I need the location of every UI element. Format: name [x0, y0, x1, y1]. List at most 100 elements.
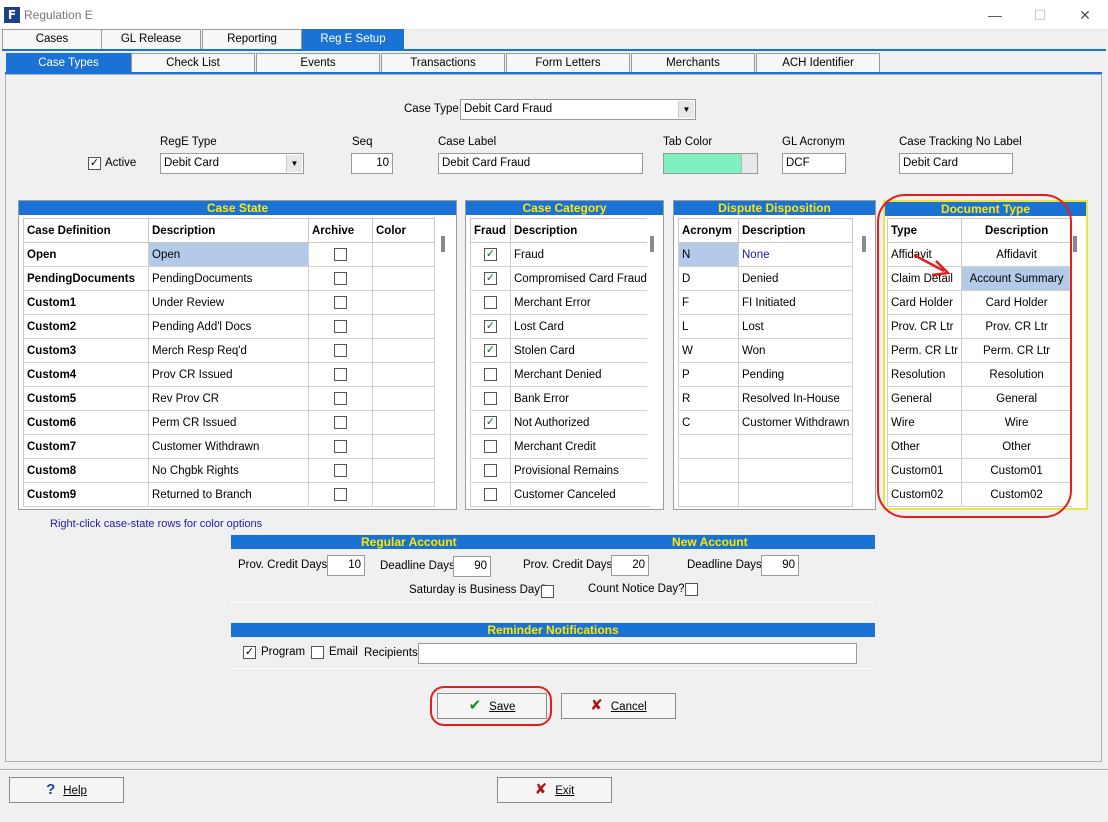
color-cell[interactable]	[372, 458, 435, 483]
fraud-cell[interactable]	[470, 482, 511, 507]
col-color[interactable]: Color	[372, 218, 435, 243]
description-cell[interactable]: FI Initiated	[737, 290, 854, 315]
fraud-checkbox[interactable]	[484, 464, 497, 477]
description-cell[interactable]: Rev Prov CR	[148, 386, 309, 411]
description-cell[interactable]: Resolved In-House	[737, 386, 854, 411]
new-deadline-input[interactable]: 90	[761, 555, 799, 576]
maximize-icon[interactable]: ☐	[1025, 5, 1055, 25]
archive-cell[interactable]	[308, 314, 373, 339]
description-cell[interactable]: Lost	[737, 314, 854, 339]
color-cell[interactable]	[372, 362, 435, 387]
fraud-checkbox[interactable]	[484, 272, 497, 285]
acronym-cell[interactable]: D	[678, 266, 739, 291]
description-cell[interactable]: None	[737, 242, 854, 267]
table-row[interactable]: Custom6 Perm CR Issued	[23, 410, 435, 435]
close-icon[interactable]: ✕	[1070, 5, 1100, 25]
tab-cases[interactable]: Cases	[2, 29, 102, 49]
archive-cell[interactable]	[308, 242, 373, 267]
archive-cell[interactable]	[308, 290, 373, 315]
col-description[interactable]: Description	[510, 218, 651, 243]
fraud-checkbox[interactable]	[484, 416, 497, 429]
subtab-transactions[interactable]: Transactions	[381, 53, 505, 73]
scroll-thumb[interactable]	[1073, 236, 1077, 252]
acronym-cell[interactable]: R	[678, 386, 739, 411]
fraud-cell[interactable]	[470, 458, 511, 483]
seq-input[interactable]: 10	[351, 153, 393, 174]
case-definition-cell[interactable]: PendingDocuments	[23, 266, 149, 291]
acronym-cell[interactable]: W	[678, 338, 739, 363]
color-cell[interactable]	[372, 482, 435, 507]
description-cell[interactable]: Merchant Denied	[510, 362, 651, 387]
col-description[interactable]: Description	[148, 218, 309, 243]
scroll-thumb[interactable]	[441, 236, 445, 252]
archive-cell[interactable]	[308, 266, 373, 291]
archive-cell[interactable]	[308, 482, 373, 507]
acronym-cell[interactable]: F	[678, 290, 739, 315]
subtab-form-letters[interactable]: Form Letters	[506, 53, 630, 73]
description-cell[interactable]: Merchant Credit	[510, 434, 651, 459]
description-cell[interactable]: Not Authorized	[510, 410, 651, 435]
minimize-icon[interactable]: —	[980, 5, 1010, 25]
document-type-scrollbar[interactable]	[1070, 218, 1084, 506]
description-cell[interactable]: Lost Card	[510, 314, 651, 339]
archive-checkbox[interactable]	[334, 296, 347, 309]
description-cell[interactable]: Prov CR Issued	[148, 362, 309, 387]
col-case-definition[interactable]: Case Definition	[23, 218, 149, 243]
table-row[interactable]: R Resolved In-House	[678, 386, 854, 411]
chevron-down-icon[interactable]: ▼	[678, 101, 694, 118]
table-row[interactable]: F FI Initiated	[678, 290, 854, 315]
table-row[interactable]	[678, 434, 854, 459]
color-cell[interactable]	[372, 338, 435, 363]
program-checkbox[interactable]	[243, 646, 256, 659]
archive-cell[interactable]	[308, 458, 373, 483]
table-row[interactable]: D Denied	[678, 266, 854, 291]
archive-cell[interactable]	[308, 362, 373, 387]
description-cell[interactable]: Merchant Error	[510, 290, 651, 315]
count-notice-checkbox[interactable]	[685, 583, 698, 596]
dispute-scrollbar[interactable]	[859, 218, 873, 506]
archive-checkbox[interactable]	[334, 272, 347, 285]
table-row[interactable]: Provisional Remains	[470, 458, 651, 483]
tab-reporting[interactable]: Reporting	[202, 29, 302, 49]
fraud-checkbox[interactable]	[484, 440, 497, 453]
description-cell[interactable]: Open	[148, 242, 309, 267]
table-row[interactable]: Customer Canceled	[470, 482, 651, 507]
case-definition-cell[interactable]: Custom2	[23, 314, 149, 339]
description-cell[interactable]: Fraud	[510, 242, 651, 267]
tab-reg-e-setup[interactable]: Reg E Setup	[302, 29, 404, 50]
description-cell[interactable]: Compromised Card Fraud	[510, 266, 651, 291]
case-definition-cell[interactable]: Custom9	[23, 482, 149, 507]
table-row[interactable]: Custom2 Pending Add'l Docs	[23, 314, 435, 339]
table-row[interactable]: Stolen Card	[470, 338, 651, 363]
description-cell[interactable]: Customer Withdrawn	[148, 434, 309, 459]
exit-button[interactable]: ✘ Exit	[497, 777, 612, 803]
description-cell[interactable]: Denied	[737, 266, 854, 291]
color-cell[interactable]	[372, 266, 435, 291]
tracking-label-input[interactable]: Debit Card	[899, 153, 1013, 174]
save-button[interactable]: ✔ Save	[437, 693, 547, 719]
tab-gl-release[interactable]: GL Release	[101, 29, 201, 49]
archive-checkbox[interactable]	[334, 320, 347, 333]
description-cell[interactable]: Stolen Card	[510, 338, 651, 363]
table-row[interactable]: Custom5 Rev Prov CR	[23, 386, 435, 411]
subtab-check-list[interactable]: Check List	[131, 53, 255, 73]
case-label-input[interactable]: Debit Card Fraud	[438, 153, 643, 174]
fraud-cell[interactable]	[470, 266, 511, 291]
fraud-checkbox[interactable]	[484, 248, 497, 261]
fraud-checkbox[interactable]	[484, 368, 497, 381]
chevron-down-icon[interactable]: ▼	[286, 155, 302, 172]
case-definition-cell[interactable]: Custom5	[23, 386, 149, 411]
case-category-scrollbar[interactable]	[647, 218, 661, 506]
table-row[interactable]: L Lost	[678, 314, 854, 339]
table-row[interactable]: Open Open	[23, 242, 435, 267]
email-checkbox[interactable]	[311, 646, 324, 659]
color-cell[interactable]	[372, 386, 435, 411]
regular-deadline-input[interactable]: 90	[453, 556, 491, 577]
table-row[interactable]: Bank Error	[470, 386, 651, 411]
fraud-cell[interactable]	[470, 290, 511, 315]
col-description[interactable]: Description	[737, 218, 854, 243]
archive-checkbox[interactable]	[334, 416, 347, 429]
archive-checkbox[interactable]	[334, 440, 347, 453]
acronym-cell[interactable]: C	[678, 410, 739, 435]
archive-checkbox[interactable]	[334, 344, 347, 357]
